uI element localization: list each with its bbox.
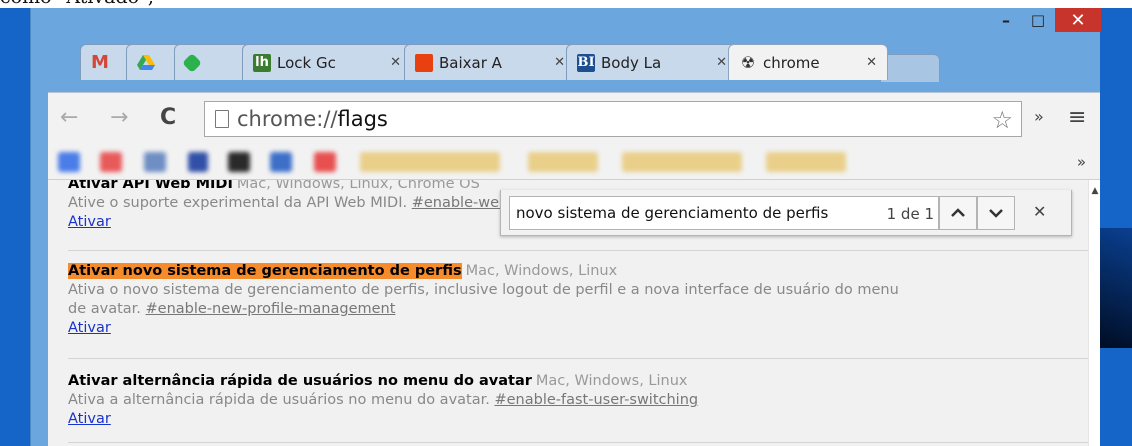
tab-close-icon[interactable]: ✕ xyxy=(554,55,565,70)
bookmark-item[interactable] xyxy=(270,152,292,172)
find-previous-button[interactable] xyxy=(939,196,977,230)
tab-close-icon[interactable]: ✕ xyxy=(866,55,877,70)
bookmark-item[interactable] xyxy=(188,152,208,172)
feedly-icon xyxy=(182,52,202,73)
gmail-icon: M xyxy=(91,52,109,73)
find-query: novo sistema de gerenciamento de perfis xyxy=(516,204,829,222)
flag-title: Ativar novo sistema de gerenciamento de … xyxy=(68,263,462,279)
divider xyxy=(68,250,1088,251)
new-tab-button[interactable] xyxy=(880,54,940,82)
extensions-overflow-button[interactable]: » xyxy=(1034,107,1044,126)
toolbar: ← → C chrome://flags ☆ » ≡ xyxy=(48,92,1100,144)
lh-icon: lh xyxy=(253,53,271,72)
scroll-up-arrow-icon[interactable]: ▲ xyxy=(1089,186,1100,196)
office-icon xyxy=(415,53,433,72)
flag-description: Ativa o novo sistema de gerenciamento de… xyxy=(68,282,899,298)
tab-body[interactable]: BI Body La ✕ xyxy=(566,44,738,80)
find-input[interactable]: novo sistema de gerenciamento de perfis … xyxy=(509,196,939,230)
tab-label: Lock Gc xyxy=(277,53,336,72)
minimize-button[interactable]: – xyxy=(991,8,1021,32)
bookmark-item[interactable] xyxy=(144,152,166,172)
flag-hash-link[interactable]: #enable-fast-user-switching xyxy=(494,392,698,408)
flag-enable-link[interactable]: Ativar xyxy=(68,411,111,427)
bookmark-folder[interactable] xyxy=(622,152,742,172)
chevron-down-icon xyxy=(989,209,1003,218)
close-window-button[interactable]: ✕ xyxy=(1055,8,1101,32)
flag-description: Ative o suporte experimental da API Web … xyxy=(68,195,408,211)
tab-close-icon[interactable]: ✕ xyxy=(390,55,401,70)
bookmarks-overflow-button[interactable]: » xyxy=(1077,153,1086,171)
flag-hash-link[interactable]: #enable-new-profile-management xyxy=(146,301,396,317)
flag-enable-link[interactable]: Ativar xyxy=(68,320,111,336)
bl-icon: BI xyxy=(577,53,595,72)
chevron-up-icon xyxy=(951,208,965,217)
tab-close-icon[interactable]: ✕ xyxy=(716,55,727,70)
flag-description: Ativa a alternância rápida de usuários n… xyxy=(68,392,490,408)
divider xyxy=(68,442,1088,443)
drive-icon xyxy=(137,54,155,72)
tab-lock[interactable]: lh Lock Gc ✕ xyxy=(242,44,412,80)
article-text: como "Ativado"; xyxy=(0,0,154,8)
bookmark-star-icon[interactable]: ☆ xyxy=(991,106,1013,134)
tab-label: Body La xyxy=(601,53,662,72)
flag-item: Ativar alternância rápida de usuários no… xyxy=(68,372,1088,429)
find-match-count: 1 de 1 xyxy=(886,205,934,223)
maximize-button[interactable]: □ xyxy=(1023,8,1053,32)
find-close-button[interactable]: ✕ xyxy=(1033,202,1046,221)
flag-description: de avatar. xyxy=(68,301,141,317)
url-text: chrome://flags xyxy=(237,107,388,131)
flag-enable-link[interactable]: Ativar xyxy=(68,214,111,230)
flag-platforms: Mac, Windows, Linux xyxy=(465,263,618,279)
flag-item: Ativar novo sistema de gerenciamento de … xyxy=(68,262,1088,338)
bookmark-item[interactable] xyxy=(228,152,250,172)
radiation-icon: ☢ xyxy=(740,53,756,72)
bookmarks-bar: » xyxy=(48,144,1100,180)
find-next-button[interactable] xyxy=(977,196,1015,230)
page-icon xyxy=(215,110,229,128)
bookmark-item[interactable] xyxy=(100,152,122,172)
tab-label: Baixar A xyxy=(439,53,502,72)
bookmark-item[interactable] xyxy=(314,152,336,172)
chrome-menu-button[interactable]: ≡ xyxy=(1068,105,1086,130)
bookmark-folder[interactable] xyxy=(528,152,598,172)
find-bar: novo sistema de gerenciamento de perfis … xyxy=(500,190,1072,236)
bookmark-folder[interactable] xyxy=(766,152,846,172)
forward-button[interactable]: → xyxy=(110,105,128,130)
bookmark-item[interactable] xyxy=(58,152,80,172)
tab-baixar[interactable]: Baixar A ✕ xyxy=(404,44,576,80)
flag-title: Ativar alternância rápida de usuários no… xyxy=(68,373,532,389)
address-bar[interactable]: chrome://flags ☆ xyxy=(204,101,1022,137)
tab-label: chrome xyxy=(763,53,820,72)
flag-title: Ativar API Web MIDI xyxy=(68,180,233,192)
flag-platforms: Mac, Windows, Linux xyxy=(535,373,688,389)
bookmark-folder[interactable] xyxy=(360,152,500,172)
back-button[interactable]: ← xyxy=(60,105,78,130)
flag-platforms: Mac, Windows, Linux, Chrome OS xyxy=(236,180,480,192)
reload-button[interactable]: C xyxy=(160,105,176,130)
vertical-scrollbar[interactable]: ▲ xyxy=(1088,180,1100,446)
tab-chrome-flags[interactable]: ☢ chrome ✕ xyxy=(728,44,888,80)
tab-feedly[interactable] xyxy=(174,44,250,80)
divider xyxy=(68,358,1088,359)
